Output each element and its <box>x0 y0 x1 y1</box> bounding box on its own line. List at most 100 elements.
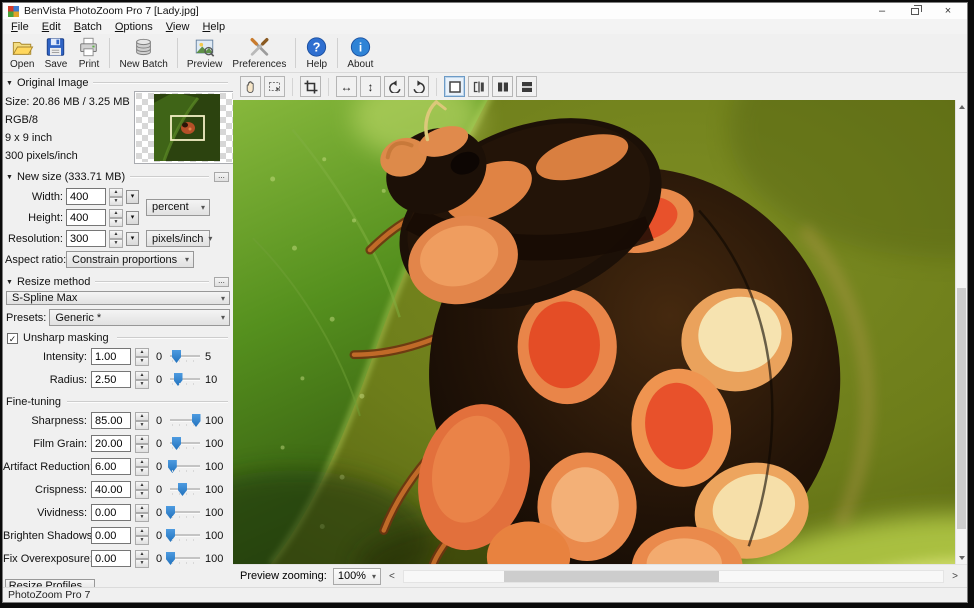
fix-overexposure-slider[interactable] <box>170 551 200 566</box>
vividness-spinner[interactable]: ▲▼ <box>135 504 149 521</box>
save-button[interactable]: Save <box>39 35 72 71</box>
menu-file[interactable]: File <box>6 21 37 33</box>
resolution-link-button[interactable]: ▾ <box>126 232 139 246</box>
spinner-up-icon[interactable]: ▲ <box>135 504 149 513</box>
preview-image[interactable] <box>233 100 955 564</box>
flip-vertical-button[interactable]: ↕ <box>360 76 381 97</box>
view-split-button[interactable] <box>468 76 489 97</box>
rotate-left-button[interactable] <box>384 76 405 97</box>
resolution-input[interactable] <box>66 230 106 247</box>
resize-method-options-button[interactable]: ... <box>214 277 229 287</box>
open-button[interactable]: Open <box>5 35 39 71</box>
spinner-down-icon[interactable]: ▼ <box>135 536 149 545</box>
vividness-slider[interactable] <box>170 505 200 520</box>
spinner-down-icon[interactable]: ▼ <box>109 239 123 248</box>
view-side-by-side-button[interactable] <box>492 76 513 97</box>
slider-thumb[interactable] <box>172 350 181 363</box>
resize-profiles-button[interactable]: Resize Profiles... <box>5 579 95 587</box>
artifact-reduction-slider[interactable] <box>170 459 200 474</box>
spinner-up-icon[interactable]: ▲ <box>135 527 149 536</box>
sharpness-slider[interactable] <box>170 413 200 428</box>
menu-batch[interactable]: Batch <box>69 21 110 33</box>
menu-edit[interactable]: Edit <box>37 21 69 33</box>
crispness-spinner[interactable]: ▲▼ <box>135 481 149 498</box>
original-thumbnail[interactable] <box>134 91 233 164</box>
slider-thumb[interactable] <box>166 552 175 565</box>
spinner-up-icon[interactable]: ▲ <box>135 550 149 559</box>
spinner-up-icon[interactable]: ▲ <box>135 435 149 444</box>
marquee-select-button[interactable] <box>264 76 285 97</box>
vertical-scrollbar[interactable] <box>955 100 967 564</box>
sharpness-input[interactable] <box>91 412 131 429</box>
fix-overexposure-spinner[interactable]: ▲▼ <box>135 550 149 567</box>
minimize-button[interactable]: – <box>868 4 896 18</box>
vertical-scroll-track[interactable] <box>956 113 967 551</box>
radius-spinner[interactable]: ▲▼ <box>135 371 149 388</box>
spinner-down-icon[interactable]: ▼ <box>135 559 149 568</box>
intensity-input[interactable] <box>91 348 131 365</box>
rotate-right-button[interactable] <box>408 76 429 97</box>
film-grain-input[interactable] <box>91 435 131 452</box>
spinner-down-icon[interactable]: ▼ <box>109 218 123 227</box>
view-single-button[interactable] <box>444 76 465 97</box>
spinner-down-icon[interactable]: ▼ <box>135 380 149 389</box>
width-link-button[interactable]: ▾ <box>126 190 139 204</box>
sharpness-spinner[interactable]: ▲▼ <box>135 412 149 429</box>
resize-method-section-header[interactable]: ▼ Resize method ... <box>3 272 233 290</box>
spinner-up-icon[interactable]: ▲ <box>135 348 149 357</box>
view-stacked-button[interactable] <box>516 76 537 97</box>
new-size-options-button[interactable]: ... <box>214 172 229 182</box>
flip-horizontal-button[interactable]: ↔ <box>336 76 357 97</box>
menu-options[interactable]: Options <box>110 21 161 33</box>
help-button[interactable]: ? Help <box>300 35 333 71</box>
spinner-down-icon[interactable]: ▼ <box>135 444 149 453</box>
restore-button[interactable] <box>901 4 929 18</box>
slider-thumb[interactable] <box>172 437 181 450</box>
slider-thumb[interactable] <box>168 460 177 473</box>
artifact-reduction-input[interactable] <box>91 458 131 475</box>
scroll-down-button[interactable] <box>956 551 967 564</box>
vertical-scroll-thumb[interactable] <box>957 288 966 529</box>
aspect-ratio-dropdown[interactable]: Constrain proportions▾ <box>66 251 194 268</box>
size-unit-dropdown[interactable]: percent▾ <box>146 199 210 216</box>
slider-thumb[interactable] <box>174 373 183 386</box>
width-input[interactable] <box>66 188 106 205</box>
intensity-spinner[interactable]: ▲▼ <box>135 348 149 365</box>
spinner-up-icon[interactable]: ▲ <box>135 412 149 421</box>
slider-thumb[interactable] <box>166 506 175 519</box>
fix-overexposure-input[interactable] <box>91 550 131 567</box>
original-image-section-header[interactable]: ▼ Original Image <box>3 73 233 91</box>
brighten-shadows-slider[interactable] <box>170 528 200 543</box>
radius-input[interactable] <box>91 371 131 388</box>
radius-slider[interactable] <box>170 372 200 387</box>
scroll-right-button[interactable]: > <box>950 571 960 582</box>
menu-help[interactable]: Help <box>197 21 233 33</box>
spinner-up-icon[interactable]: ▲ <box>109 230 123 239</box>
film-grain-spinner[interactable]: ▲▼ <box>135 435 149 452</box>
new-size-section-header[interactable]: ▼ New size (333.71 MB) ... <box>3 167 233 185</box>
slider-thumb[interactable] <box>192 414 201 427</box>
spinner-down-icon[interactable]: ▼ <box>135 357 149 366</box>
preview-zoom-dropdown[interactable]: 100% ▾ <box>333 568 381 585</box>
crispness-slider[interactable] <box>170 482 200 497</box>
spinner-down-icon[interactable]: ▼ <box>109 197 123 206</box>
preferences-button[interactable]: Preferences <box>227 35 291 71</box>
artifact-reduction-spinner[interactable]: ▲▼ <box>135 458 149 475</box>
crop-tool-button[interactable] <box>300 76 321 97</box>
print-button[interactable]: Print <box>72 35 105 71</box>
spinner-up-icon[interactable]: ▲ <box>109 209 123 218</box>
spinner-down-icon[interactable]: ▼ <box>135 467 149 476</box>
slider-thumb[interactable] <box>178 483 187 496</box>
width-spinner[interactable]: ▲▼ <box>109 188 123 205</box>
film-grain-slider[interactable] <box>170 436 200 451</box>
height-link-button[interactable]: ▾ <box>126 211 139 225</box>
spinner-up-icon[interactable]: ▲ <box>135 481 149 490</box>
scroll-left-button[interactable]: < <box>387 571 397 582</box>
height-spinner[interactable]: ▲▼ <box>109 209 123 226</box>
intensity-slider[interactable] <box>170 349 200 364</box>
presets-dropdown[interactable]: Generic *▾ <box>49 309 230 326</box>
spinner-down-icon[interactable]: ▼ <box>135 421 149 430</box>
close-button[interactable]: × <box>934 4 962 18</box>
height-input[interactable] <box>66 209 106 226</box>
resolution-spinner[interactable]: ▲▼ <box>109 230 123 247</box>
